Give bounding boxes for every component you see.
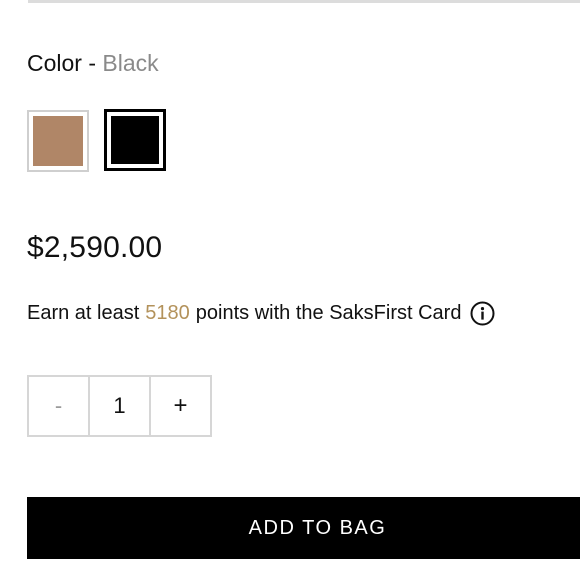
color-swatch-black[interactable] [104, 109, 166, 171]
product-purchase-panel: Color - Black $2,590.00 Earn at least 51… [0, 0, 580, 580]
rewards-prefix: Earn at least [27, 302, 140, 324]
rewards-points-message: Earn at least 5180 points with the SaksF… [27, 299, 495, 327]
swatch-tan-fill [33, 116, 83, 166]
color-selection-label: Color - Black [27, 49, 159, 77]
product-price: $2,590.00 [27, 231, 163, 264]
quantity-increment-button[interactable]: + [149, 377, 210, 435]
rewards-suffix: points with the SaksFirst Card [195, 302, 462, 324]
quantity-value[interactable]: 1 [88, 377, 149, 435]
add-to-bag-button[interactable]: ADD TO BAG [27, 497, 580, 559]
top-divider [28, 0, 580, 3]
quantity-stepper: - 1 + [27, 375, 212, 437]
color-separator: - [88, 50, 97, 76]
color-swatch-tan[interactable] [27, 110, 89, 172]
selected-color-value: Black [102, 50, 159, 76]
info-icon[interactable] [470, 301, 495, 326]
quantity-decrement-button[interactable]: - [29, 377, 88, 435]
rewards-points-value: 5180 [145, 302, 190, 324]
swatch-black-fill [111, 116, 159, 164]
color-label: Color [27, 50, 82, 76]
